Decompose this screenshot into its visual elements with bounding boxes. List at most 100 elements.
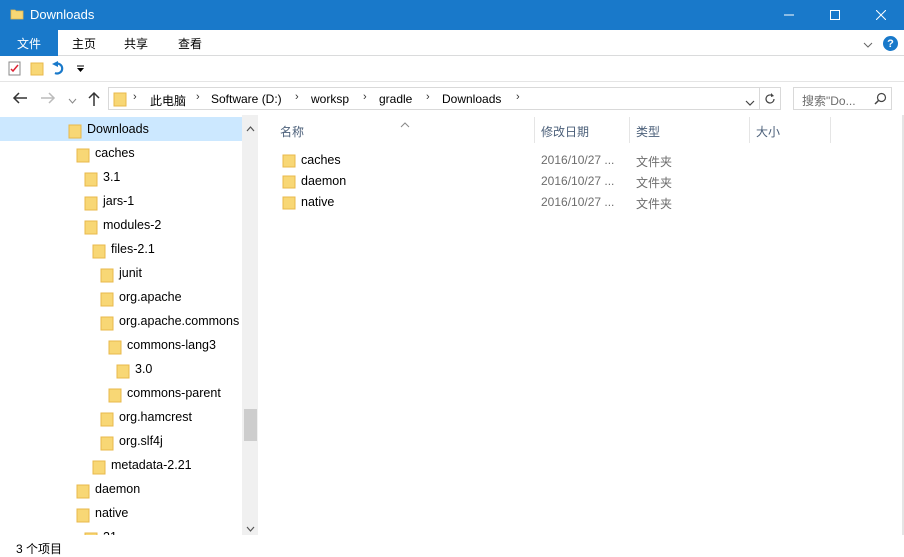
tree-item-label: native — [95, 506, 129, 520]
undo-icon[interactable] — [51, 61, 66, 79]
folder-icon — [92, 243, 106, 262]
chevron-right-icon[interactable]: › — [295, 91, 299, 103]
search-input[interactable]: 搜索"Do... — [802, 92, 856, 109]
quick-access-toolbar — [0, 57, 904, 82]
folder-icon — [84, 171, 98, 190]
tree-item-label: org.slf4j — [119, 434, 163, 448]
file-row[interactable]: caches 2016/10/27 ... 文件夹 — [276, 150, 836, 171]
column-header-size[interactable]: 大小 — [750, 115, 830, 145]
properties-icon[interactable] — [8, 61, 22, 79]
tree-item-label: Downloads — [87, 122, 149, 136]
file-row[interactable]: native 2016/10/27 ... 文件夹 — [276, 192, 836, 213]
chevron-right-icon[interactable]: › — [426, 91, 430, 103]
tree-item[interactable]: native — [0, 501, 242, 525]
tree-item[interactable]: org.hamcrest — [0, 405, 242, 429]
help-icon[interactable]: ? — [883, 36, 898, 51]
tree-item-label: 3.1 — [103, 170, 121, 184]
tree-item[interactable]: Downloads — [0, 117, 242, 141]
chevron-right-icon[interactable]: › — [133, 91, 137, 103]
tree-item-label: org.apache.commons — [119, 314, 240, 328]
maximize-button[interactable] — [812, 0, 858, 30]
file-row[interactable]: daemon 2016/10/27 ... 文件夹 — [276, 171, 836, 192]
address-bar[interactable]: › 此电脑 › Software (D:) › worksp › gradle … — [108, 87, 760, 110]
recent-locations-button[interactable] — [68, 94, 77, 108]
refresh-button[interactable] — [760, 87, 781, 110]
chevron-right-icon[interactable]: › — [363, 91, 367, 103]
tab-view[interactable]: 查看 — [178, 30, 202, 56]
scrollbar-thumb[interactable] — [244, 409, 257, 441]
file-date: 2016/10/27 ... — [541, 153, 615, 167]
file-date: 2016/10/27 ... — [541, 195, 615, 209]
folder-icon — [68, 123, 82, 142]
navigation-pane: Downloads caches 3.1 jars-1 modules-2 files-2… — [0, 115, 258, 535]
tree-item[interactable]: 3.1 — [0, 165, 242, 189]
tree-item[interactable]: 21 — [0, 525, 242, 535]
file-type: 文件夹 — [636, 155, 673, 169]
new-folder-icon[interactable] — [30, 61, 44, 79]
folder-icon — [76, 507, 90, 526]
folder-icon — [100, 411, 114, 430]
folder-icon — [282, 195, 296, 213]
minimize-button[interactable] — [766, 0, 812, 30]
folder-icon — [108, 339, 122, 358]
tree-item[interactable]: caches — [0, 141, 242, 165]
column-divider[interactable] — [830, 117, 831, 143]
tab-file[interactable]: 文件 — [0, 30, 58, 56]
search-box[interactable]: 搜索"Do... — [793, 87, 892, 110]
tree-item[interactable]: daemon — [0, 477, 242, 501]
column-header-type[interactable]: 类型 — [630, 115, 749, 145]
tree-item[interactable]: junit — [0, 261, 242, 285]
expand-ribbon-icon[interactable] — [863, 38, 873, 52]
tab-share[interactable]: 共享 — [124, 30, 148, 56]
tree-item[interactable]: org.apache.commons — [0, 309, 242, 333]
tab-home[interactable]: 主页 — [72, 30, 96, 56]
tree-item[interactable]: metadata-2.21 — [0, 453, 242, 477]
tree-item-label: daemon — [95, 482, 141, 496]
tree-item[interactable]: jars-1 — [0, 189, 242, 213]
chevron-right-icon[interactable]: › — [516, 91, 520, 103]
address-dropdown-icon[interactable] — [745, 96, 755, 110]
column-header-date[interactable]: 修改日期 — [535, 115, 629, 145]
refresh-icon — [765, 92, 775, 104]
maximize-icon — [830, 10, 840, 20]
tree-item[interactable]: org.slf4j — [0, 429, 242, 453]
folder-icon — [10, 7, 24, 24]
folder-icon — [92, 459, 106, 478]
back-button[interactable] — [12, 91, 28, 108]
forward-button[interactable] — [40, 91, 56, 108]
up-button[interactable] — [87, 91, 101, 109]
file-name: caches — [301, 153, 341, 167]
breadcrumb-downloads[interactable]: Downloads — [442, 92, 501, 106]
chevron-right-icon[interactable]: › — [196, 91, 200, 103]
folder-icon — [100, 435, 114, 454]
status-bar: 3 个项目 — [0, 535, 904, 557]
tree-item-label: commons-lang3 — [127, 338, 216, 352]
title-bar: Downloads — [0, 0, 904, 30]
folder-icon — [116, 363, 130, 382]
tree-item[interactable]: commons-parent — [0, 381, 242, 405]
tree-item[interactable]: commons-lang3 — [0, 333, 242, 357]
file-type: 文件夹 — [636, 176, 673, 190]
tree-item-label: 3.0 — [135, 362, 153, 376]
file-name: daemon — [301, 174, 347, 188]
close-button[interactable] — [858, 0, 904, 30]
breadcrumb-worksp[interactable]: worksp — [311, 92, 349, 106]
search-icon[interactable] — [874, 92, 887, 108]
folder-icon — [84, 219, 98, 238]
tree-item[interactable]: modules-2 — [0, 213, 242, 237]
tree-item[interactable]: 3.0 — [0, 357, 242, 381]
breadcrumb-drive[interactable]: Software (D:) — [211, 92, 282, 106]
tree-item[interactable]: org.apache — [0, 285, 242, 309]
folder-icon — [76, 147, 90, 166]
tree-item-label: junit — [119, 266, 142, 280]
folder-icon — [282, 153, 296, 171]
close-icon — [876, 10, 886, 20]
tree-item[interactable]: files-2.1 — [0, 237, 242, 261]
breadcrumb-gradle[interactable]: gradle — [379, 92, 412, 106]
customize-toolbar-icon[interactable] — [76, 63, 85, 77]
scroll-down-icon[interactable] — [246, 521, 255, 535]
column-header-name[interactable]: 名称 — [264, 115, 534, 145]
scroll-up-icon[interactable] — [246, 121, 255, 135]
breadcrumb-this-pc[interactable]: 此电脑 — [150, 92, 186, 109]
nav-scrollbar[interactable] — [242, 115, 258, 535]
